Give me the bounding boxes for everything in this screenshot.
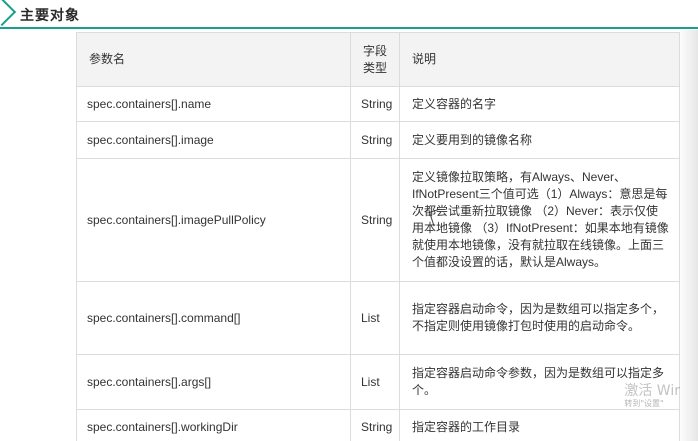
param-desc-cell: 定义要用到的镜像名称: [399, 121, 680, 159]
param-name-cell: spec.containers[].command[]: [76, 281, 351, 355]
table-row: spec.containers[].name String 定义容器的名字: [76, 86, 680, 122]
column-header-field-type: 字段类型: [350, 32, 400, 87]
table-row: spec.containers[].image String 定义要用到的镜像名…: [76, 121, 680, 159]
chevron-right-icon: [0, 0, 17, 27]
table-row: spec.containers[].workingDir String 指定容器…: [76, 409, 680, 441]
section-header: 主要对象: [0, 0, 698, 30]
table-row: spec.containers[].imagePullPolicy String…: [76, 158, 680, 282]
column-header-parameter-name: 参数名: [76, 32, 351, 87]
parameter-table: 参数名 字段类型 说明 spec.containers[].name Strin…: [76, 32, 680, 441]
right-edge-shadow: [678, 30, 698, 441]
title-wrap: 主要对象: [0, 0, 698, 28]
section-title: 主要对象: [20, 8, 80, 24]
table-header-row: 参数名 字段类型 说明: [76, 32, 680, 87]
param-desc-cell: 指定容器的工作目录: [399, 409, 680, 441]
column-header-description: 说明: [399, 32, 680, 87]
param-name-cell: spec.containers[].workingDir: [76, 409, 351, 441]
table-row: spec.containers[].args[] List 指定容器启动命令参数…: [76, 354, 680, 410]
watermark-line2: 转到"设置": [624, 399, 664, 408]
param-type-cell: String: [350, 409, 400, 441]
param-name-cell: spec.containers[].imagePullPolicy: [76, 158, 351, 282]
table-row: spec.containers[].command[] List 指定容器启动命…: [76, 281, 680, 355]
activation-watermark: 激活 Wir 转到"设置": [624, 383, 680, 409]
param-type-cell: List: [350, 354, 400, 410]
title-underline: [0, 27, 698, 29]
param-type-cell: String: [350, 121, 400, 159]
param-desc-cell: 定义容器的名字: [399, 86, 680, 122]
param-desc-cell: 指定容器启动命令，因为是数组可以指定多个，不指定则使用镜像打包时使用的启动命令。: [399, 281, 680, 355]
param-name-cell: spec.containers[].image: [76, 121, 351, 159]
param-name-cell: spec.containers[].args[]: [76, 354, 351, 410]
param-name-cell: spec.containers[].name: [76, 86, 351, 122]
param-type-cell: List: [350, 281, 400, 355]
param-type-cell: String: [350, 86, 400, 122]
param-type-cell: String: [350, 158, 400, 282]
page: 主要对象 参数名 字段类型 说明 spec.containers[].name …: [0, 0, 698, 441]
watermark-line1: 激活 Wir: [624, 383, 680, 399]
